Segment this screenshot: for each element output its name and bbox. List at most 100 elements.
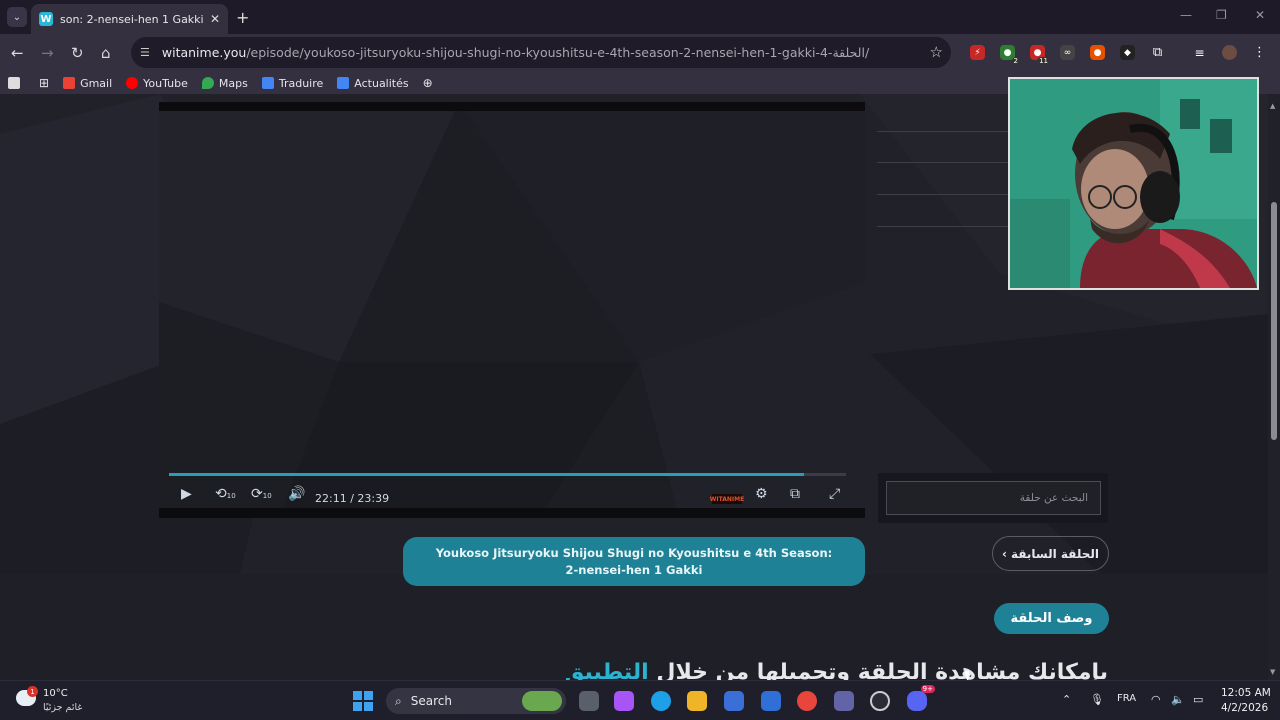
apps-button[interactable]: ⊞	[39, 76, 49, 90]
clock-time[interactable]: 12:05 AM	[1221, 687, 1271, 699]
taskbar-search[interactable]: ⌕ Search	[386, 688, 566, 714]
time-separator: /	[350, 492, 354, 505]
volume-icon[interactable]: 🔊	[288, 486, 305, 502]
new-tab-icon[interactable]: +	[236, 8, 249, 27]
mail-icon[interactable]	[761, 691, 781, 711]
divider	[877, 194, 1017, 195]
scroll-down-icon[interactable]: ▼	[1270, 668, 1275, 676]
language-indicator[interactable]: FRA	[1117, 693, 1136, 704]
profile-avatar[interactable]	[1222, 45, 1237, 60]
forward-10-icon[interactable]: ⟳10	[251, 486, 272, 502]
obs-icon[interactable]	[870, 691, 890, 711]
store-icon[interactable]	[724, 691, 744, 711]
divider	[877, 162, 1017, 163]
bookmark-gmail[interactable]: Gmail	[63, 77, 112, 90]
speaker-icon[interactable]: 🔈	[1171, 693, 1185, 706]
picture-in-picture-icon[interactable]: ⧉	[790, 486, 800, 502]
chrome-icon[interactable]	[797, 691, 817, 711]
episode-search-input[interactable]	[886, 481, 1101, 515]
active-tab[interactable]: W son: 2-nensei-hen 1 Gakki انمي ✕	[31, 4, 228, 34]
extensions-puzzle-icon[interactable]: ⧉	[1150, 45, 1165, 60]
start-windows-icon[interactable]	[353, 691, 373, 711]
weather-description[interactable]: غائم جزئيًا	[43, 702, 82, 713]
maximize-icon[interactable]: ❐	[1216, 8, 1227, 22]
video-frame	[159, 102, 865, 518]
gmail-icon	[63, 77, 76, 89]
url-text: witanime.you/episode/youkoso-jitsuryoku-…	[162, 45, 869, 60]
bookmark-actualites[interactable]: Actualités	[337, 76, 409, 90]
windows-taskbar: 1 10°C غائم جزئيًا ⌕ Search 9+ ⌃ 🎙 FRA ◠…	[0, 680, 1280, 720]
minimize-icon[interactable]: —	[1180, 8, 1192, 22]
play-icon[interactable]: ▶	[181, 486, 192, 502]
file-explorer-icon[interactable]	[687, 691, 707, 711]
extension-orange-icon[interactable]: ●	[1090, 45, 1105, 60]
webcam-feed-image	[1010, 79, 1257, 288]
bookmark-label: YouTube	[143, 76, 188, 90]
bookmark-label: Actualités	[354, 76, 409, 90]
copilot-icon[interactable]	[614, 691, 634, 711]
scroll-thumb[interactable]	[1271, 202, 1277, 440]
rewind-10-icon[interactable]: ⟲10	[215, 486, 236, 502]
edge-icon[interactable]	[651, 691, 671, 711]
news-icon	[337, 77, 350, 89]
browser-toolbar: ← → ↻ ⌂ ☰ witanime.you/episode/youkoso-j…	[0, 34, 1280, 72]
witanime-logo: WITANIME	[709, 494, 745, 504]
bookmark-traduire[interactable]: Traduire	[261, 76, 324, 90]
forward-icon[interactable]: →	[41, 44, 54, 62]
globe-icon: ⊕	[422, 76, 433, 90]
teams-icon[interactable]	[834, 691, 854, 711]
bookmark-star-icon[interactable]: ☆	[930, 43, 943, 61]
extension-red-icon[interactable]: ⚡	[970, 45, 985, 60]
home-icon[interactable]: ⌂	[101, 44, 111, 62]
bookmark-youtube[interactable]: YouTube	[126, 77, 188, 90]
bookmark-label: Traduire	[278, 76, 324, 90]
chevron-down-icon: ⌄	[12, 11, 22, 23]
search-highlight-image	[522, 691, 562, 711]
reload-icon[interactable]: ↻	[71, 44, 84, 62]
extension-diamond-icon[interactable]: ◆	[1120, 45, 1135, 60]
settings-gear-icon[interactable]: ⚙	[755, 486, 768, 502]
divider	[877, 131, 1017, 132]
media-control-icon[interactable]: ≡	[1192, 45, 1207, 60]
bookmark-globe[interactable]: ⊕	[423, 76, 433, 90]
microphone-icon[interactable]: 🎙	[1090, 693, 1104, 706]
bookmark-blank[interactable]	[8, 77, 25, 89]
video-player[interactable]: ▶ ⟲10 ⟳10 🔊 22:11 / 23:39 WITANIME ⚙ ⧉ ⤢	[159, 102, 865, 518]
episode-title-button[interactable]: Youkoso Jitsuryoku Shijou Shugi no Kyous…	[403, 537, 865, 586]
duration: 23:39	[357, 492, 390, 505]
url-host: witanime.you	[161, 45, 247, 60]
search-icon: ⌕	[395, 693, 402, 708]
fullscreen-icon[interactable]: ⤢	[829, 486, 840, 502]
menu-kebab-icon[interactable]: ⋮	[1252, 45, 1267, 60]
close-tab-icon[interactable]: ✕	[210, 12, 220, 26]
site-info-icon[interactable]: ☰	[140, 46, 150, 59]
battery-icon[interactable]: ▭	[1193, 693, 1203, 706]
watch-download-text: بإمكانك مشاهدة الحلقة وتحميلها من خلال ا…	[565, 660, 1108, 680]
page-scrollbar[interactable]: ▲ ▼	[1268, 94, 1280, 680]
wifi-icon[interactable]: ◠	[1151, 693, 1161, 706]
extension-glasses-icon[interactable]: ∞	[1060, 45, 1075, 60]
extension-ublock-icon[interactable]: ● 11	[1030, 45, 1050, 65]
progress-bar[interactable]	[169, 473, 846, 476]
search-label: Search	[410, 694, 452, 708]
app-link[interactable]: التطبيق	[565, 660, 649, 680]
previous-episode-button[interactable]: ‹ الحلقة السابقة	[992, 536, 1109, 571]
scroll-up-icon[interactable]: ▲	[1270, 102, 1275, 110]
back-icon[interactable]: ←	[11, 44, 24, 62]
extension-green-icon[interactable]: ● 2	[1000, 45, 1020, 65]
discord-icon[interactable]: 9+	[907, 685, 935, 711]
discord-badge: 9+	[920, 685, 935, 693]
clock-date[interactable]: 4/2/2026	[1221, 702, 1268, 714]
episode-description-button[interactable]: وصف الحلقة	[994, 603, 1109, 634]
address-bar[interactable]: ☰ witanime.you/episode/youkoso-jitsuryok…	[131, 37, 951, 68]
task-view-icon[interactable]	[579, 691, 599, 711]
bookmark-maps[interactable]: Maps	[201, 77, 248, 90]
current-time: 22:11	[315, 492, 347, 505]
tray-overflow-icon[interactable]: ⌃	[1062, 693, 1071, 706]
close-window-icon[interactable]: ✕	[1255, 8, 1265, 22]
tab-search-button[interactable]: ⌄	[7, 7, 27, 27]
weather-temperature[interactable]: 10°C	[43, 688, 68, 699]
progress-fill	[169, 473, 804, 476]
tab-strip: ⌄ W son: 2-nensei-hen 1 Gakki انمي ✕ + —…	[0, 0, 1280, 34]
site-favicon-icon: W	[39, 12, 53, 26]
